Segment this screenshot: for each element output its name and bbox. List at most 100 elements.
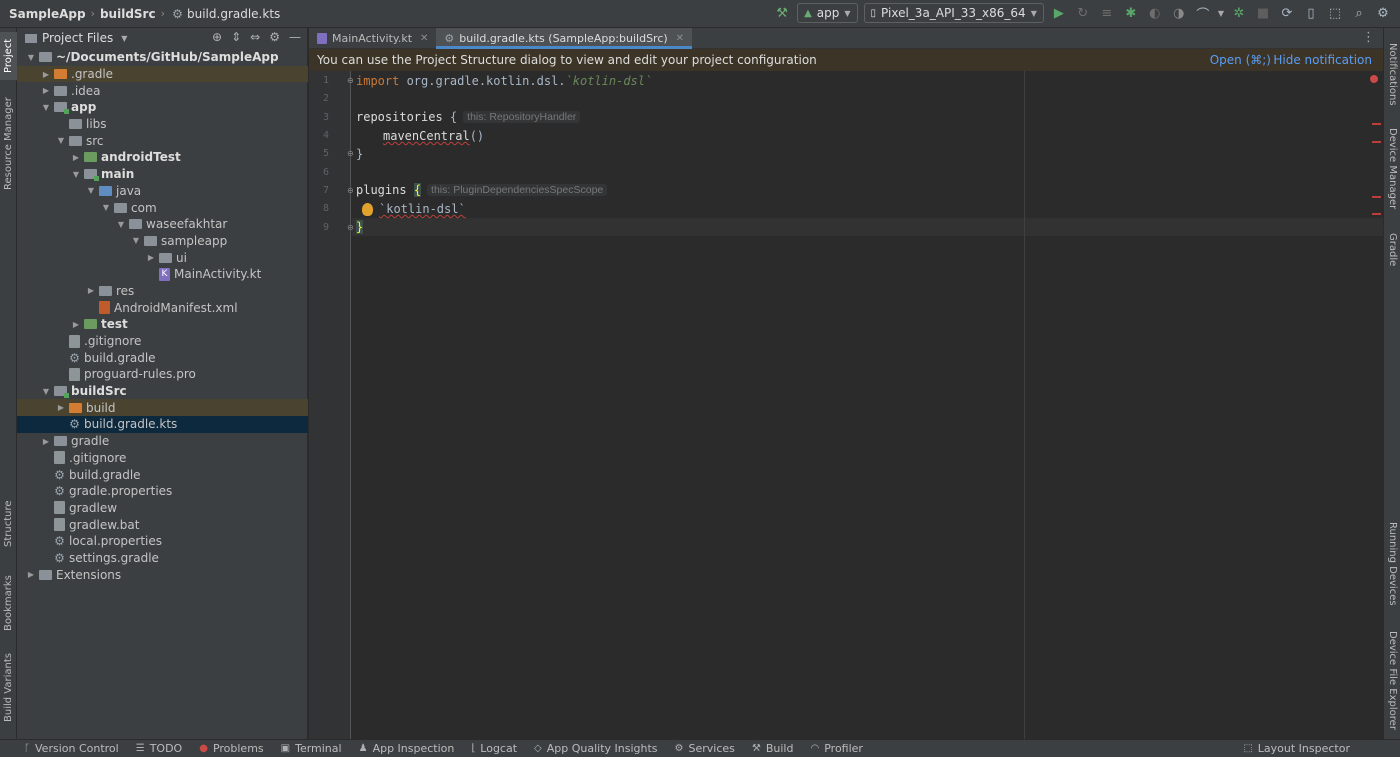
tree-item[interactable]: .gitignore <box>17 450 308 467</box>
apply-changes-icon[interactable]: ≡ <box>1098 4 1116 22</box>
close-icon[interactable]: ✕ <box>676 33 684 44</box>
tree-item[interactable]: ▶ androidTest <box>17 149 308 166</box>
tree-item[interactable]: ▼ sampleapp <box>17 233 308 250</box>
statusbar-layout-inspector[interactable]: ⬚ Layout Inspector <box>1243 742 1350 755</box>
chevron-down-icon[interactable]: ▼ <box>1218 9 1224 18</box>
fold-icon[interactable]: ⊖ <box>347 223 354 232</box>
tree-item[interactable]: proguard-rules.pro <box>17 366 308 383</box>
fold-icon[interactable]: ⊖ <box>347 186 354 195</box>
coverage-icon[interactable]: ◑ <box>1170 4 1188 22</box>
hide-notification-link[interactable]: Hide notification <box>1273 53 1372 67</box>
device-manager-icon[interactable]: ▯ <box>1302 4 1320 22</box>
chevron-right-icon[interactable]: ▶ <box>70 320 82 329</box>
error-stripe-marker[interactable] <box>1372 123 1381 125</box>
chevron-down-icon[interactable]: ▼ <box>130 236 142 245</box>
tree-item[interactable]: .gitignore <box>17 333 308 350</box>
breadcrumb-file[interactable]: build.gradle.kts <box>187 7 280 21</box>
tree-item[interactable]: ▼ waseefakhtar <box>17 216 308 233</box>
chevron-down-icon[interactable]: ▼ <box>25 53 37 62</box>
tool-tab-notifications[interactable]: Notifications <box>1384 36 1400 112</box>
chevron-down-icon[interactable]: ▼ <box>121 34 127 43</box>
chevron-right-icon[interactable]: ▶ <box>145 253 157 262</box>
statusbar-version-control[interactable]: ᚴ Version Control <box>24 742 119 755</box>
tree-item[interactable]: ⚙ build.gradle <box>17 349 308 366</box>
tree-item[interactable]: ▶ ui <box>17 249 308 266</box>
more-run-icon[interactable]: ⌒ <box>1194 4 1212 23</box>
open-project-structure-link[interactable]: Open (⌘;) <box>1210 53 1271 67</box>
attach-debugger-icon[interactable]: ✲ <box>1230 4 1248 22</box>
chevron-down-icon[interactable]: ▼ <box>85 186 97 195</box>
statusbar-app-quality-insights[interactable]: ◇ App Quality Insights <box>534 742 658 755</box>
tool-tab-bookmarks[interactable]: Bookmarks <box>0 568 17 638</box>
tree-item[interactable]: ▼ src <box>17 132 308 149</box>
tree-item[interactable]: libs <box>17 116 308 133</box>
gradle-sync-icon[interactable]: ⟳ <box>1278 4 1296 22</box>
tool-tab-structure[interactable]: Structure <box>0 494 17 554</box>
search-icon[interactable]: ⌕ <box>1350 4 1368 22</box>
tool-tab-resource-manager[interactable]: Resource Manager <box>0 94 17 194</box>
statusbar-app-inspection[interactable]: ♟ App Inspection <box>359 742 455 755</box>
hammer-build-icon[interactable]: ⚒ <box>773 4 791 22</box>
sdk-manager-icon[interactable]: ⬚ <box>1326 4 1344 22</box>
tree-item[interactable]: gradlew.bat <box>17 516 308 533</box>
chevron-right-icon[interactable]: ▶ <box>55 403 67 412</box>
run-config-select[interactable]: ▲ app ▼ <box>797 3 858 23</box>
gear-icon[interactable]: ⚙ <box>1374 4 1392 22</box>
expand-all-icon[interactable]: ⇕ <box>231 30 241 44</box>
tree-item[interactable]: ⚙ build.gradle <box>17 466 308 483</box>
chevron-right-icon[interactable]: ▶ <box>40 86 52 95</box>
tree-item[interactable]: ▶ build <box>17 399 308 417</box>
error-indicator-icon[interactable] <box>1370 75 1378 83</box>
tree-item[interactable]: ▶ test <box>17 316 308 333</box>
close-icon[interactable]: ✕ <box>420 33 428 44</box>
tree-item[interactable]: ▼ buildSrc <box>17 383 308 400</box>
chevron-down-icon[interactable]: ▼ <box>100 203 112 212</box>
tree-item[interactable]: gradlew <box>17 500 308 517</box>
tool-tab-device-manager[interactable]: Device Manager <box>1384 126 1400 212</box>
tab-main-activity[interactable]: MainActivity.kt ✕ <box>309 28 436 49</box>
chevron-down-icon[interactable]: ▼ <box>55 136 67 145</box>
tree-item[interactable]: ⚙ gradle.properties <box>17 483 308 500</box>
code-editor[interactable]: 1 2 3 4 5 6 7 8 9 ⊖ ⊖ ⊖ ⊖ import org.gra… <box>309 71 1383 739</box>
more-vertical-icon[interactable]: ⋮ <box>1362 30 1375 45</box>
chevron-down-icon[interactable]: ▼ <box>70 170 82 179</box>
stop-icon[interactable]: ■ <box>1254 4 1272 22</box>
statusbar-terminal[interactable]: ▣ Terminal <box>281 742 342 755</box>
statusbar-problems[interactable]: ● Problems <box>199 742 263 755</box>
error-stripe-marker[interactable] <box>1372 141 1381 143</box>
breadcrumb-module[interactable]: buildSrc <box>100 7 156 21</box>
tree-item[interactable]: ▶ gradle <box>17 433 308 450</box>
lightbulb-icon[interactable] <box>362 202 373 216</box>
chevron-down-icon[interactable]: ▼ <box>40 387 52 396</box>
error-stripe-marker[interactable] <box>1372 213 1381 215</box>
device-select[interactable]: ▯ Pixel_3a_API_33_x86_64 ▼ <box>863 3 1044 23</box>
chevron-right-icon[interactable]: ▶ <box>85 286 97 295</box>
debug-icon[interactable]: ✱ <box>1122 4 1140 22</box>
chevron-right-icon[interactable]: ▶ <box>70 153 82 162</box>
tree-item[interactable]: ▼ main <box>17 166 308 183</box>
statusbar-build[interactable]: ⚒ Build <box>752 742 794 755</box>
project-view-select[interactable]: Project Files <box>42 31 113 45</box>
tree-item[interactable]: ▼ ~/Documents/GitHub/SampleApp <box>17 49 308 66</box>
tree-item[interactable]: K MainActivity.kt <box>17 266 308 283</box>
collapse-all-icon[interactable]: ⇔ <box>250 30 260 44</box>
tree-item[interactable]: ▼ java <box>17 183 308 200</box>
tab-build-gradle-kts[interactable]: ⚙ build.gradle.kts (SampleApp:buildSrc) … <box>436 28 693 49</box>
locate-icon[interactable]: ⊕ <box>212 30 222 44</box>
tree-item[interactable]: ▼ com <box>17 199 308 216</box>
chevron-right-icon[interactable]: ▶ <box>40 70 52 79</box>
chevron-down-icon[interactable]: ▼ <box>40 103 52 112</box>
tree-item[interactable]: ▶ Extensions <box>17 566 308 583</box>
statusbar-profiler[interactable]: ◠ Profiler <box>810 742 862 755</box>
tree-item[interactable]: ⚙ build.gradle.kts <box>17 416 308 433</box>
fold-icon[interactable]: ⊖ <box>347 76 354 85</box>
statusbar-todo[interactable]: ☰ TODO <box>136 742 182 755</box>
breadcrumb-project[interactable]: SampleApp <box>9 7 86 21</box>
fold-icon[interactable]: ⊖ <box>347 149 354 158</box>
chevron-right-icon[interactable]: ▶ <box>40 437 52 446</box>
tree-item[interactable]: ▼ app <box>17 99 308 116</box>
tree-item[interactable]: ⚙ local.properties <box>17 533 308 550</box>
tool-tab-build-variants[interactable]: Build Variants <box>0 648 17 728</box>
profile-icon[interactable]: ◐ <box>1146 4 1164 22</box>
tool-tab-project[interactable]: Project <box>0 32 17 80</box>
